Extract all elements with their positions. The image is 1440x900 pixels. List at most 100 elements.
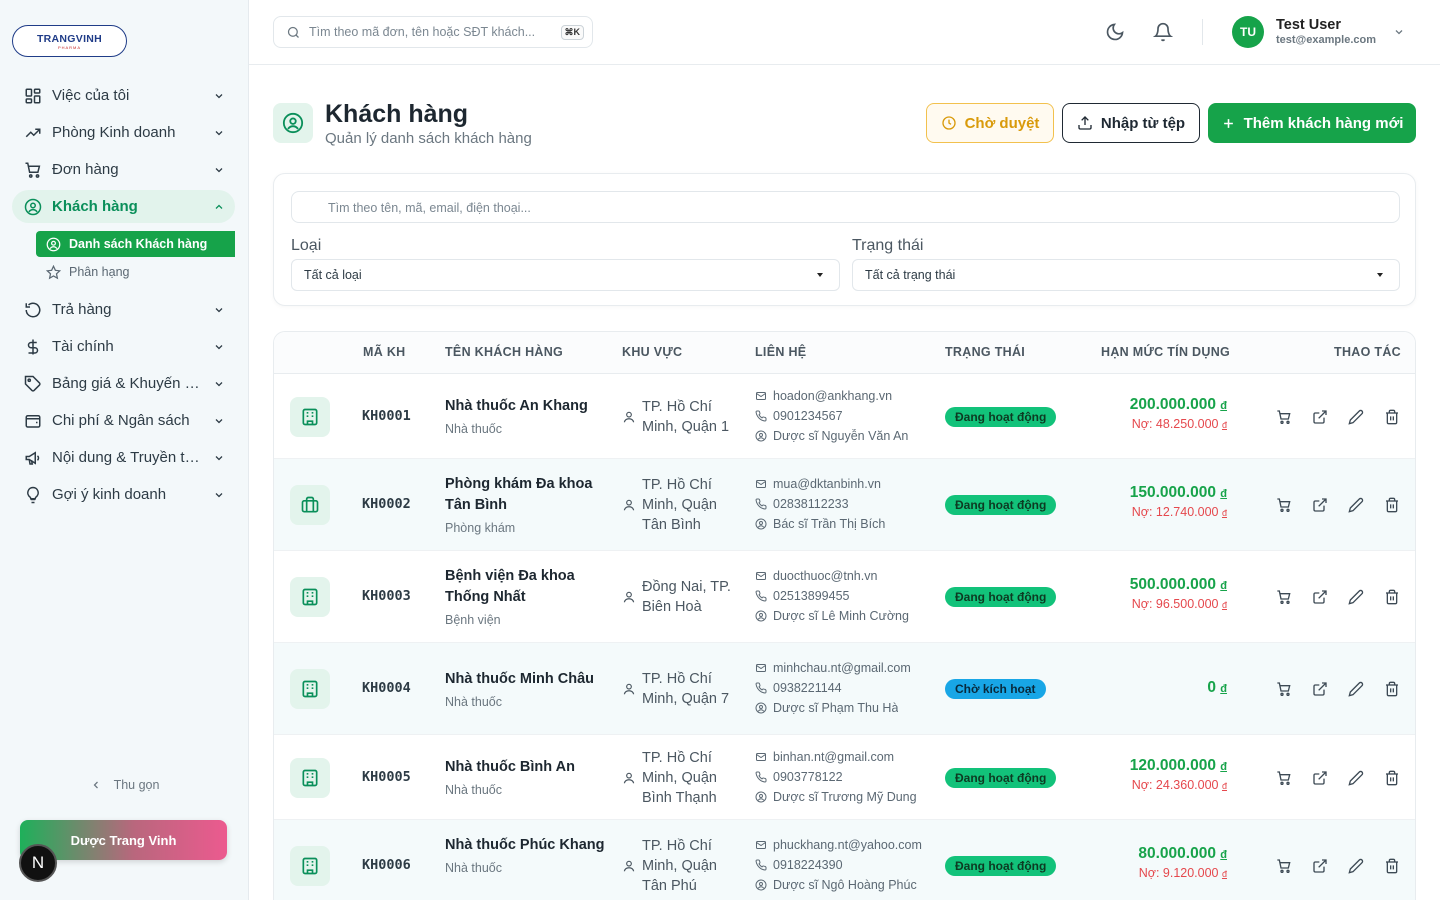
add-customer-label: Thêm khách hàng mới (1243, 114, 1404, 132)
table-row[interactable]: KH0002 Phòng khám Đa khoa Tân Bình Phòng k… (274, 459, 1415, 551)
column-status[interactable]: TRẠNG THÁI (945, 345, 1025, 359)
table-row[interactable]: KH0004 Nhà thuốc Minh Châu Nhà thuốc TP. Hồ… (274, 643, 1415, 735)
column-contact[interactable]: LIÊN HỆ (755, 345, 806, 359)
customer-name[interactable]: Nhà thuốc Minh Châu Nhà thuốc (445, 669, 605, 710)
open-detail-button[interactable] (1302, 768, 1338, 788)
credit-limit-amount: 150.000.000 (1129, 484, 1216, 501)
contact-email[interactable]: minhchau.nt@gmail.com (755, 658, 925, 678)
customer-name[interactable]: Nhà thuốc An Khang Nhà thuốc (445, 396, 605, 437)
bell-icon[interactable] (1153, 22, 1173, 42)
create-order-button[interactable] (1266, 768, 1302, 788)
edit-button[interactable] (1338, 679, 1374, 699)
status-filter-select[interactable]: Tất cả trạng thái (852, 259, 1400, 291)
user-name[interactable]: Test User (1276, 17, 1341, 33)
n-badge[interactable]: N (19, 844, 57, 882)
create-order-button[interactable] (1266, 495, 1302, 515)
collapse-sidebar-button[interactable]: Thu gọn (0, 778, 249, 792)
sidebar-item-content[interactable]: Nội dung & Truyền thông (12, 441, 235, 474)
contact-email[interactable]: mua@dktanbinh.vn (755, 474, 925, 494)
create-order-button[interactable] (1266, 587, 1302, 607)
sidebar-item-budget[interactable]: Chi phí & Ngân sách (12, 404, 235, 437)
customer-code[interactable]: KH0002 (362, 496, 411, 512)
delete-button[interactable] (1374, 768, 1410, 788)
building-icon (290, 669, 330, 709)
edit-button[interactable] (1338, 768, 1374, 788)
edit-button[interactable] (1338, 587, 1374, 607)
delete-button[interactable] (1374, 587, 1410, 607)
logo-name: TRANGVINH (36, 33, 103, 45)
briefcase-icon (290, 485, 330, 525)
column-name[interactable]: TÊN KHÁCH HÀNG (445, 345, 563, 359)
chevron-down-icon[interactable] (1393, 26, 1405, 38)
contact-phone[interactable]: 0901234567 (755, 406, 925, 426)
table-row[interactable]: KH0001 Nhà thuốc An Khang Nhà thuốc TP. Hồ … (274, 374, 1415, 459)
customer-code[interactable]: KH0003 (362, 588, 411, 604)
delete-button[interactable] (1374, 407, 1410, 427)
contact-email[interactable]: binhan.nt@gmail.com (755, 747, 925, 767)
import-file-button[interactable]: Nhập từ tệp (1062, 103, 1200, 143)
cart-icon (1277, 859, 1291, 873)
create-order-button[interactable] (1266, 679, 1302, 699)
customer-code[interactable]: KH0004 (362, 680, 411, 696)
create-order-button[interactable] (1266, 407, 1302, 427)
avatar[interactable]: TU (1232, 16, 1264, 48)
sidebar-item-finance[interactable]: Tài chính (12, 330, 235, 363)
table-row[interactable]: KH0003 Bệnh viện Đa khoa Thống Nhất Bệnh v… (274, 551, 1415, 643)
contact-phone[interactable]: 0918224390 (755, 855, 925, 875)
user-icon (755, 430, 767, 441)
add-customer-button[interactable]: Thêm khách hàng mới (1208, 103, 1416, 143)
customer-code[interactable]: KH0005 (362, 769, 411, 785)
contact-phone[interactable]: 0938221144 (755, 678, 925, 698)
customer-area: TP. Hồ Chí Minh, Quận 7 (622, 659, 732, 719)
column-area[interactable]: KHU VỰC (622, 345, 682, 359)
create-order-button[interactable] (1266, 856, 1302, 876)
edit-button[interactable] (1338, 407, 1374, 427)
contact-phone[interactable]: 02513899455 (755, 586, 925, 606)
contact-email[interactable]: hoadon@ankhang.vn (755, 386, 925, 406)
open-detail-button[interactable] (1302, 856, 1338, 876)
open-detail-button[interactable] (1302, 495, 1338, 515)
customer-name[interactable]: Nhà thuốc Phúc Khang Nhà thuốc (445, 835, 605, 876)
table-row[interactable]: KH0005 Nhà thuốc Bình An Nhà thuốc TP. Hồ C… (274, 735, 1415, 820)
open-detail-button[interactable] (1302, 679, 1338, 699)
sidebar-item-orders[interactable]: Đơn hàng (12, 153, 235, 186)
open-detail-button[interactable] (1302, 587, 1338, 607)
sidebar-item-my-work[interactable]: Việc của tôi (12, 79, 235, 112)
edit-button[interactable] (1338, 495, 1374, 515)
customer-name-text: Nhà thuốc An Khang (445, 398, 588, 414)
contact-email[interactable]: phuckhang.nt@yahoo.com (755, 835, 925, 855)
contact-person-text: Dược sĩ Lê Minh Cường (773, 609, 909, 623)
credit-limit-value: 120.000.000 đ (1130, 757, 1227, 775)
sidebar-item-suggestions[interactable]: Gợi ý kinh doanh (12, 478, 235, 511)
sidebar-item-returns[interactable]: Trả hàng (12, 293, 235, 326)
open-detail-button[interactable] (1302, 407, 1338, 427)
sidebar-subitem-customer-list[interactable]: Danh sách Khách hàng (36, 231, 235, 257)
global-search-input[interactable]: Tìm theo mã đơn, tên hoặc SĐT khách... ⌘… (273, 16, 593, 48)
contact-phone[interactable]: 0903778122 (755, 767, 925, 787)
contact-phone[interactable]: 02838112233 (755, 494, 925, 514)
sidebar-item-pricing[interactable]: Bảng giá & Khuyến mãi (12, 367, 235, 400)
sidebar-subitem-ranking[interactable]: Phân hạng (36, 259, 235, 285)
column-credit[interactable]: HẠN MỨC TÍN DỤNG (1101, 345, 1230, 359)
chevron-down-icon (215, 307, 223, 312)
moon-icon[interactable] (1105, 22, 1125, 42)
customer-code[interactable]: KH0001 (362, 408, 411, 424)
sidebar-item-customers[interactable]: Khách hàng (12, 190, 235, 223)
pending-approval-button[interactable]: Chờ duyệt (926, 103, 1054, 143)
delete-button[interactable] (1374, 495, 1410, 515)
edit-button[interactable] (1338, 856, 1374, 876)
customer-name[interactable]: Phòng khám Đa khoa Tân Bình Phòng khám (445, 474, 605, 536)
delete-button[interactable] (1374, 679, 1410, 699)
contact-email[interactable]: duocthuoc@tnh.vn (755, 566, 925, 586)
phone-icon (755, 770, 767, 782)
sidebar-item-sales[interactable]: Phòng Kinh doanh (12, 116, 235, 149)
delete-button[interactable] (1374, 856, 1410, 876)
column-code[interactable]: MÃ KH (363, 345, 405, 359)
type-filter-select[interactable]: Tất cả loại (291, 259, 840, 291)
brand-logo[interactable]: TRANGVINH PHARMA (12, 25, 127, 57)
customer-search-input[interactable]: Tìm theo tên, mã, email, điện thoại... (291, 191, 1400, 223)
customer-name[interactable]: Nhà thuốc Bình An Nhà thuốc (445, 757, 605, 798)
customer-name[interactable]: Bệnh viện Đa khoa Thống Nhất Bệnh viện (445, 566, 605, 628)
table-row[interactable]: KH0006 Nhà thuốc Phúc Khang Nhà thuốc TP. H… (274, 820, 1415, 900)
customer-code[interactable]: KH0006 (362, 857, 411, 873)
